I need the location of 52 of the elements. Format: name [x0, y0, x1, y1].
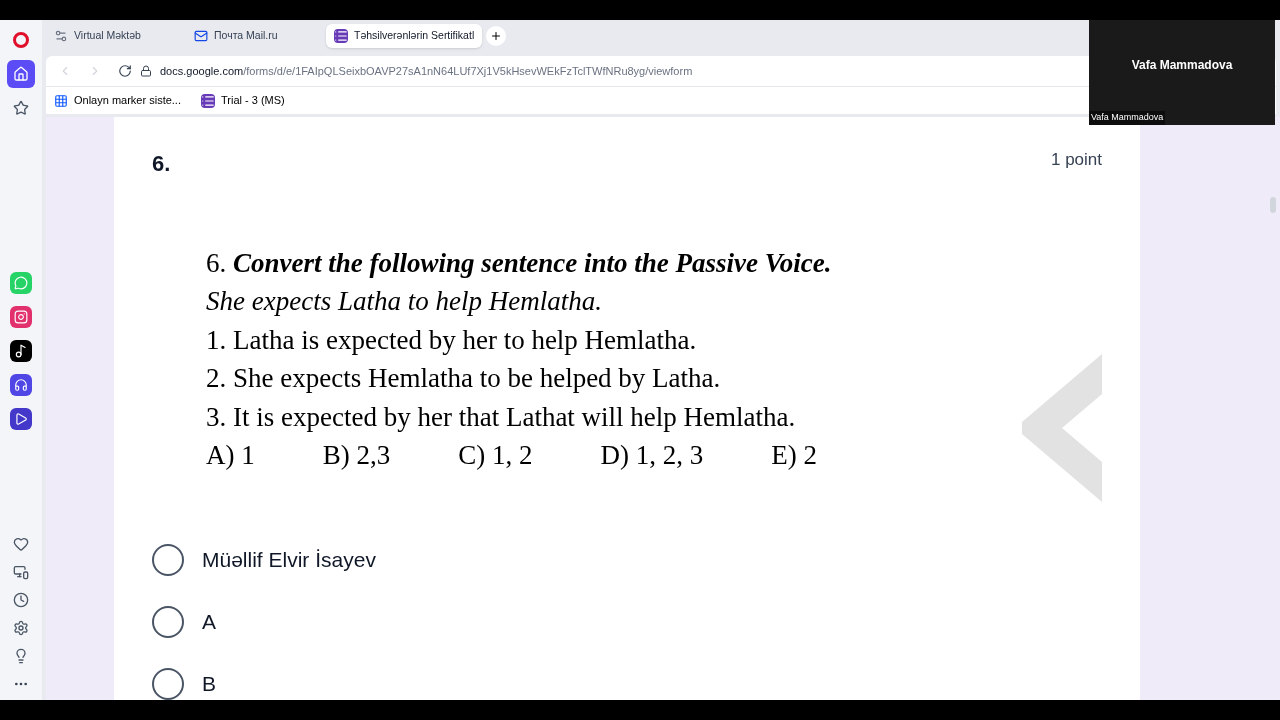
mail-icon	[194, 29, 208, 43]
answer-choice-text: E) 2	[771, 439, 817, 473]
address-field[interactable]: docs.google.com/forms/d/e/1FAIpQLSeixbOAVP27sA1nN64LUf7Xj1V5kHsevWEkFzTclTWfNRu8yg/viewform	[140, 62, 693, 80]
answer-choice-text: D) 1, 2, 3	[600, 439, 704, 473]
question-statement: 1. Latha is expected by her to help Hemlatha.	[206, 323, 698, 357]
lightbulb-icon[interactable]	[13, 648, 29, 664]
opera-logo-icon[interactable]	[13, 32, 29, 48]
browser-tab[interactable]: Virtual Məktəb	[46, 24, 182, 48]
radio-button[interactable]	[152, 606, 184, 638]
answer-option[interactable]: Müəllif Elvir İsayev	[152, 544, 376, 576]
question-statement: 2. She expects Hemlatha to be helped by Latha.	[206, 362, 722, 396]
history-icon[interactable]	[13, 592, 29, 608]
question-sentence: She expects Latha to help Hemlatha.	[206, 285, 603, 319]
tab-title: Təhsilverənlərin Sertifikatl	[354, 28, 475, 44]
form-icon	[334, 29, 348, 43]
answer-option[interactable]: B	[152, 668, 216, 700]
reload-icon[interactable]	[118, 64, 132, 78]
home-button[interactable]	[7, 60, 35, 88]
participant-caption: Vafa Mammadova	[1089, 110, 1166, 125]
heart-icon[interactable]	[13, 536, 29, 552]
question-statement: 3. It is expected by her that Lathat will help Hemlatha.	[206, 400, 797, 434]
browser-tab[interactable]: Təhsilverənlərin Sertifikatl	[326, 24, 483, 48]
scrollbar	[1270, 197, 1276, 213]
headphones-icon[interactable]	[10, 374, 32, 396]
browser-tab[interactable]: Почта Mail.ru	[186, 24, 322, 48]
radio-button[interactable]	[152, 544, 184, 576]
play-icon[interactable]	[10, 408, 32, 430]
devices-icon[interactable]	[13, 564, 29, 580]
question-number: 6.	[152, 150, 171, 178]
points-label: 1 point	[1050, 149, 1102, 171]
tab-title: Virtual Məktəb	[74, 28, 141, 44]
grid-icon	[54, 93, 68, 108]
lock-icon	[140, 65, 152, 77]
answer-option[interactable]: A	[152, 606, 216, 638]
bookmark-item[interactable]: Trial - 3 (MS)	[201, 92, 285, 109]
question-title: 6. Convert the following sentence into the Passive Voice.	[206, 246, 832, 280]
tab-title: Почта Mail.ru	[214, 28, 278, 44]
bookmark-item[interactable]: Onlayn marker siste...	[54, 92, 181, 109]
instagram-icon[interactable]	[10, 306, 32, 328]
answer-choice-text: C) 1, 2	[458, 439, 533, 473]
plus-icon	[490, 30, 503, 42]
new-tab-button[interactable]	[486, 26, 507, 46]
answer-choice-text: B) 2,3	[322, 439, 391, 473]
chevron-icon	[1022, 353, 1102, 502]
form-icon	[201, 93, 215, 108]
tiktok-icon[interactable]	[10, 340, 32, 362]
radio-button[interactable]	[152, 668, 184, 700]
home-icon	[13, 66, 29, 82]
participant-name: Vafa Mammadova	[1131, 57, 1233, 75]
settings-icon[interactable]	[13, 620, 29, 636]
star-icon[interactable]	[13, 100, 29, 116]
answer-choice-text: A) 1	[206, 439, 255, 473]
